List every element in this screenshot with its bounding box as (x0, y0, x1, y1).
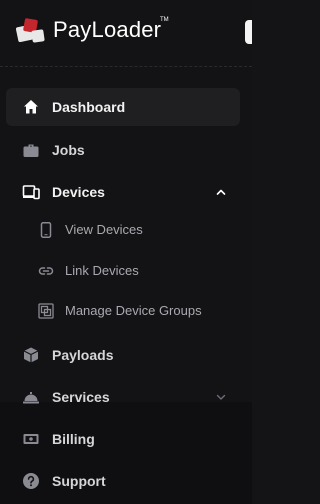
sidebar: PayLoader TM Dashboard Jobs Devices View… (0, 0, 252, 504)
nav-item-label: Payloads (52, 347, 114, 363)
sub-item-manage-device-groups[interactable]: Manage Device Groups (6, 294, 240, 328)
help-icon (23, 473, 39, 489)
briefcase-icon (23, 144, 39, 157)
link-icon (38, 267, 54, 275)
nav-item-label: Support (52, 473, 106, 489)
trademark-mark: TM (160, 17, 169, 23)
nav-item-support[interactable]: Support (6, 462, 240, 500)
nav-item-label: Billing (52, 431, 95, 447)
payloader-logo-icon (15, 18, 45, 43)
nav-item-label: Devices (52, 184, 105, 200)
sub-item-label: View Devices (65, 222, 143, 237)
nav-item-label: Services (52, 389, 110, 405)
nav-item-dashboard[interactable]: Dashboard (6, 88, 240, 126)
brand-header[interactable]: PayLoader TM (0, 0, 252, 66)
home-icon (24, 100, 38, 114)
sub-item-link-devices[interactable]: Link Devices (6, 254, 240, 288)
package-icon (23, 347, 39, 363)
brand-name: PayLoader (53, 17, 162, 42)
services-icon (23, 392, 39, 404)
nav-item-jobs[interactable]: Jobs (6, 131, 240, 169)
nav-item-services[interactable]: Services (6, 378, 240, 416)
billing-icon (23, 434, 39, 444)
nav-item-label: Jobs (52, 142, 85, 158)
sub-item-label: Manage Device Groups (65, 303, 202, 318)
sub-item-label: Link Devices (65, 263, 139, 278)
nav-item-billing[interactable]: Billing (6, 420, 240, 458)
chevron-down-icon[interactable] (214, 390, 228, 404)
smartphone-icon (40, 222, 52, 238)
devices-icon (22, 185, 40, 200)
chevron-up-icon[interactable] (214, 185, 228, 199)
nav-item-payloads[interactable]: Payloads (6, 336, 240, 374)
device-groups-icon (38, 303, 54, 319)
sub-item-view-devices[interactable]: View Devices (6, 213, 240, 247)
nav-item-label: Dashboard (52, 99, 126, 115)
brand-divider (0, 66, 252, 67)
panel-edge-toggle[interactable] (245, 20, 252, 44)
nav-item-devices[interactable]: Devices (6, 173, 240, 211)
